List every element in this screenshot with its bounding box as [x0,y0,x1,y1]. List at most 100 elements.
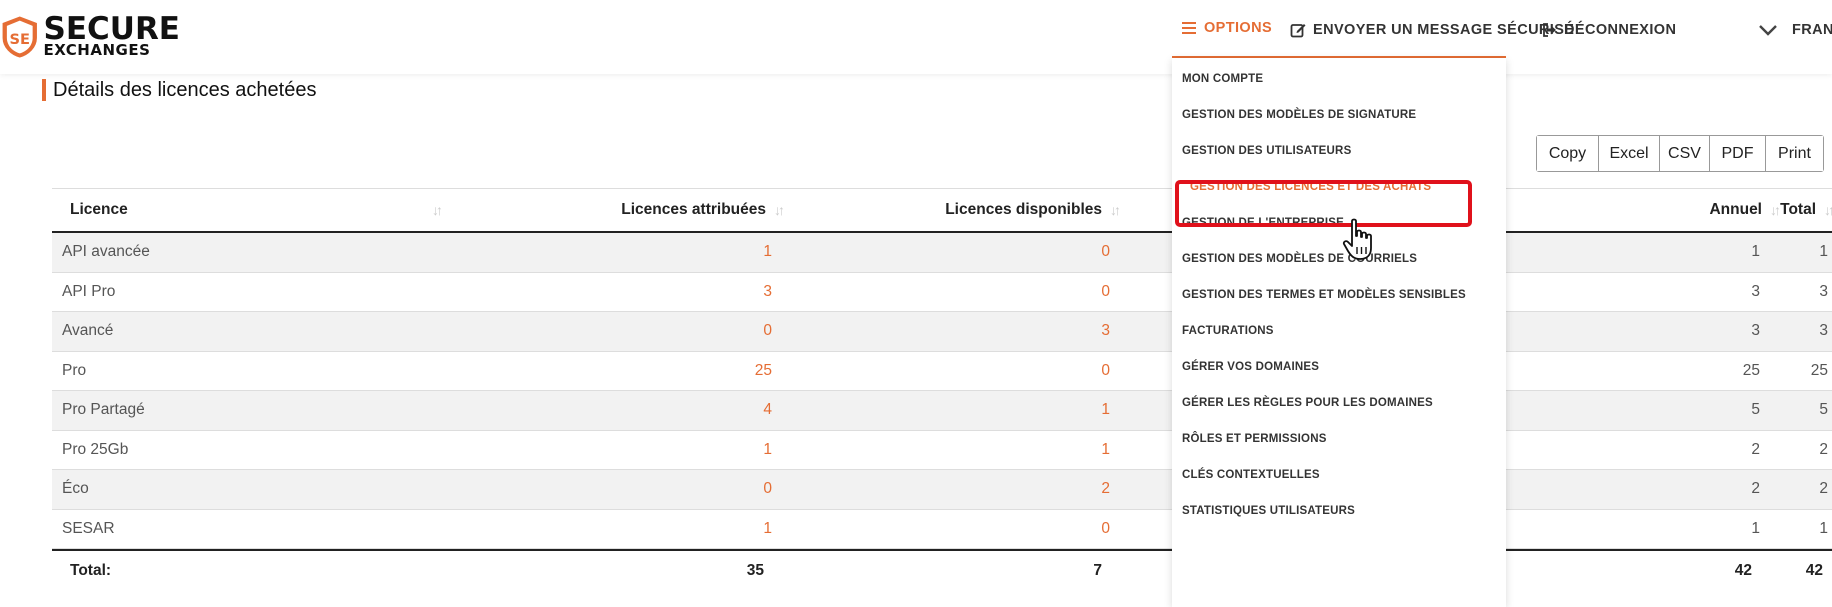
nav-send-secure-message[interactable]: ENVOYER UN MESSAGE SÉCURISÉ [1290,0,1574,60]
cell-annual: 1 [1751,519,1760,537]
sort-icon: ↓↑ [774,202,785,218]
cell-attributed: 0 [763,322,772,340]
cell-available: 2 [1101,480,1110,498]
table-row: SESAR 1 0 1 1 [52,510,1832,549]
cell-available: 1 [1101,440,1110,458]
cell-licence: API avancée [62,243,150,261]
cell-licence: Pro 25Gb [62,440,129,458]
dropdown-item[interactable]: STATISTIQUES UTILISATEURS [1172,490,1506,532]
sort-icon: ↓↑ [1824,202,1832,218]
logout-icon [1543,23,1556,37]
cell-total: 2 [1819,480,1828,498]
cell-available: 0 [1101,282,1110,300]
cell-annual: 1 [1751,243,1760,261]
cell-available: 0 [1101,361,1110,379]
secure-exchanges-logo[interactable]: SE SECURE EXCHANGES [0,8,180,66]
header-total-label: Total [1780,201,1816,218]
cell-annual: 2 [1751,440,1760,458]
column-header-attributed[interactable]: Licences attribuées ↓↑ [492,189,785,231]
cell-attributed: 1 [763,243,772,261]
edit-message-icon [1290,24,1306,38]
table-row: Pro 25Gb 1 1 2 2 [52,431,1832,470]
cell-available: 3 [1101,322,1110,340]
cell-licence: Éco [62,480,89,498]
sort-icon: ↓↑ [1770,202,1781,218]
cell-total: 5 [1819,401,1828,419]
cell-annual: 3 [1751,282,1760,300]
cell-available: 0 [1101,243,1110,261]
language-label: FRAN [1792,22,1832,38]
cell-licence: SESAR [62,519,115,537]
table-footer-row: Total: 35 7 42 42 [52,549,1832,591]
cell-licence: API Pro [62,282,116,300]
cell-annual: 2 [1751,480,1760,498]
header-attributed-label: Licences attribuées [621,201,766,218]
cell-attributed: 1 [763,519,772,537]
column-header-annual[interactable]: Annuel ↓↑ [1552,189,1781,231]
cell-licence: Pro [62,361,87,379]
footer-label: Total: [70,562,112,579]
column-header-available[interactable]: Licences disponibles ↓↑ [832,189,1121,231]
cell-licence: Pro Partagé [62,401,145,419]
logo-line-1: SECURE [43,11,180,48]
csv-button[interactable]: CSV [1660,136,1710,171]
cell-available: 0 [1101,519,1110,537]
cell-annual: 25 [1742,361,1760,379]
shield-logo-icon: SE [0,14,39,60]
hand-pointer-cursor-icon [1342,218,1372,260]
cell-total: 1 [1819,519,1828,537]
column-header-licence[interactable]: Licence ↓↑ [70,189,443,231]
header-licence-label: Licence [70,201,128,218]
header-annual-label: Annuel [1709,201,1762,218]
cell-attributed: 1 [763,440,772,458]
top-header: SE SECURE EXCHANGES OPTIONS ENVOYER UN M… [0,0,1832,74]
cell-attributed: 4 [763,401,772,419]
table-header-row: Licence ↓↑ Licences attribuées ↓↑ Licenc… [52,188,1832,233]
table-row: Pro Partagé 4 1 5 5 [52,391,1832,431]
svg-text:SE: SE [10,31,30,48]
column-header-total[interactable]: Total ↓↑ [1780,189,1832,231]
highlight-box [1175,180,1472,227]
nav-logout-label: DÉCONNEXION [1564,22,1677,38]
logo-wordmark: SECURE EXCHANGES [43,11,180,58]
pdf-button[interactable]: PDF [1710,136,1766,171]
cell-total: 3 [1819,282,1828,300]
cell-licence: Avancé [62,322,114,340]
cell-attributed: 3 [763,282,772,300]
sort-icon: ↓↑ [432,202,443,218]
footer-annual: 42 [1734,562,1752,579]
excel-button[interactable]: Excel [1599,136,1660,171]
print-button[interactable]: Print [1766,136,1823,171]
nav-options-label: OPTIONS [1204,20,1273,36]
hamburger-icon [1182,22,1196,34]
footer-available: 7 [1093,562,1102,579]
table-row: API avancée 1 0 1 1 [52,233,1832,273]
table-row: Éco 0 2 2 2 [52,470,1832,510]
copy-button[interactable]: Copy [1537,136,1599,171]
table-row: API Pro 3 0 3 3 [52,273,1832,312]
sort-icon: ↓↑ [1110,202,1121,218]
cell-annual: 3 [1751,322,1760,340]
cell-total: 1 [1819,243,1828,261]
title-accent-bar [42,79,46,101]
nav-send-message-label: ENVOYER UN MESSAGE SÉCURISÉ [1313,22,1575,38]
page-title: Détails des licences achetées [42,79,316,101]
table-row: Avancé 0 3 3 3 [52,312,1832,352]
cell-total: 25 [1810,361,1828,379]
chevron-down-icon [1759,25,1777,36]
options-dropdown-menu: MON COMPTE GESTION DES MODÈLES DE SIGNATU… [1172,58,1506,607]
footer-total: 42 [1805,562,1823,579]
table-row: Pro 25 0 25 25 [52,352,1832,391]
cell-annual: 5 [1751,401,1760,419]
cell-available: 1 [1101,401,1110,419]
cell-attributed: 25 [754,361,772,379]
export-button-group: Copy Excel CSV PDF Print [1536,135,1824,172]
page-title-text: Détails des licences achetées [53,78,317,101]
cell-attributed: 0 [763,480,772,498]
language-selector[interactable]: FRAN [1758,0,1832,60]
header-available-label: Licences disponibles [945,201,1102,218]
footer-attributed: 35 [746,562,764,579]
nav-logout[interactable]: DÉCONNEXION [1542,0,1676,60]
cell-total: 3 [1819,322,1828,340]
cell-total: 2 [1819,440,1828,458]
